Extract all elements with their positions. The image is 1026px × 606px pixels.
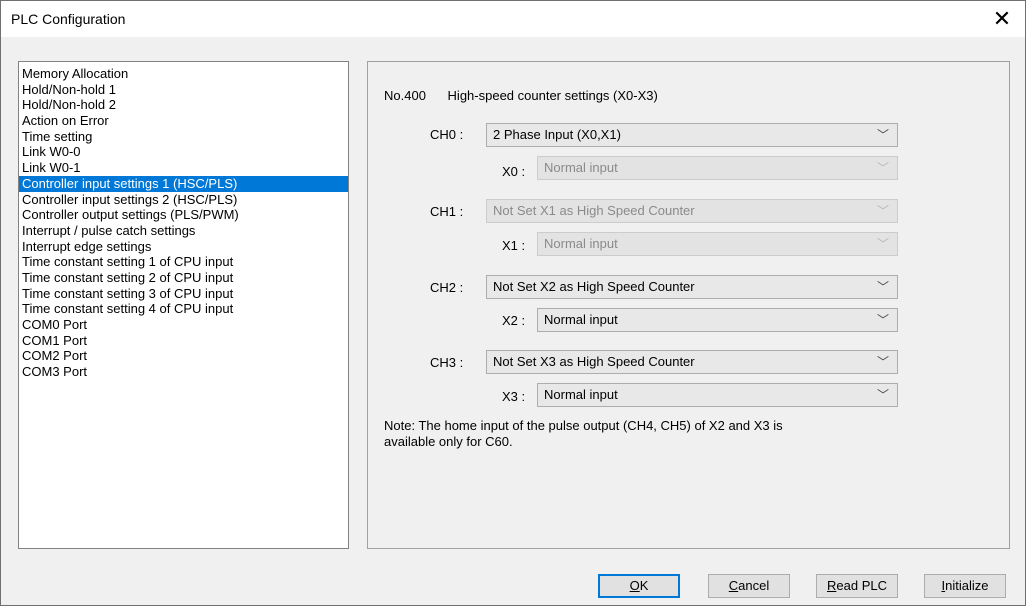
ch1-select-value: Not Set X1 as High Speed Counter: [493, 203, 695, 218]
list-item[interactable]: Link W0-1: [19, 160, 348, 176]
x2-label: X2 :: [502, 313, 526, 328]
initialize-label-rest: nitialize: [945, 578, 989, 593]
list-item[interactable]: COM2 Port: [19, 348, 348, 364]
list-item[interactable]: Hold/Non-hold 2: [19, 97, 348, 113]
list-item[interactable]: Time constant setting 2 of CPU input: [19, 270, 348, 286]
read-plc-mnemonic: R: [827, 578, 837, 593]
x1-select-value: Normal input: [544, 236, 618, 251]
x3-label: X3 :: [502, 389, 526, 404]
initialize-button[interactable]: Initialize: [924, 574, 1006, 598]
plc-configuration-dialog: PLC Configuration ✕ Memory Allocation Hol…: [0, 0, 1026, 606]
list-item[interactable]: Time constant setting 1 of CPU input: [19, 254, 348, 270]
chevron-down-icon: ﹀: [876, 128, 889, 142]
x2-select-value: Normal input: [544, 312, 618, 327]
ok-label-rest: K: [639, 578, 649, 593]
list-item[interactable]: Controller input settings 1 (HSC/PLS): [19, 175, 348, 192]
ch3-select[interactable]: Not Set X3 as High Speed Counter ﹀: [486, 350, 898, 374]
close-icon[interactable]: ✕: [979, 1, 1025, 37]
chevron-down-icon: ﹀: [876, 237, 889, 251]
ch0-select[interactable]: 2 Phase Input (X0,X1) ﹀: [486, 123, 898, 147]
list-item[interactable]: Hold/Non-hold 1: [19, 82, 348, 98]
x2-select[interactable]: Normal input ﹀: [537, 308, 898, 332]
x3-select[interactable]: Normal input ﹀: [537, 383, 898, 407]
list-item[interactable]: COM0 Port: [19, 317, 348, 333]
ch2-select-value: Not Set X2 as High Speed Counter: [493, 279, 695, 294]
x1-select: Normal input ﹀: [537, 232, 898, 256]
list-item[interactable]: Memory Allocation: [19, 66, 348, 82]
cancel-mnemonic: C: [728, 578, 739, 593]
chevron-down-icon: ﹀: [876, 355, 889, 369]
ch1-select: Not Set X1 as High Speed Counter ﹀: [486, 199, 898, 223]
note-line-1: Note: The home input of the pulse output…: [384, 418, 783, 433]
ch1-label: CH1 :: [430, 204, 464, 219]
ok-mnemonic: O: [629, 578, 640, 593]
x0-label: X0 :: [502, 164, 526, 179]
list-item[interactable]: Time constant setting 3 of CPU input: [19, 286, 348, 302]
panel-header: No.400 High-speed counter settings (X0-X…: [384, 88, 658, 103]
list-item[interactable]: Controller output settings (PLS/PWM): [19, 207, 348, 223]
list-item[interactable]: Link W0-0: [19, 144, 348, 160]
x0-select: Normal input ﹀: [537, 156, 898, 180]
chevron-down-icon: ﹀: [876, 388, 889, 402]
list-item[interactable]: Action on Error: [19, 113, 348, 129]
chevron-down-icon: ﹀: [876, 280, 889, 294]
list-item[interactable]: Interrupt edge settings: [19, 239, 348, 255]
ch0-label: CH0 :: [430, 127, 464, 142]
title-bar: PLC Configuration ✕: [1, 1, 1025, 37]
x1-label: X1 :: [502, 238, 526, 253]
setting-number: No.400: [384, 88, 426, 103]
x3-select-value: Normal input: [544, 387, 618, 402]
panel-heading: High-speed counter settings (X0-X3): [447, 88, 658, 103]
chevron-down-icon: ﹀: [876, 161, 889, 175]
read-plc-button[interactable]: Read PLC: [816, 574, 898, 598]
ch2-label: CH2 :: [430, 280, 464, 295]
ch2-select[interactable]: Not Set X2 as High Speed Counter ﹀: [486, 275, 898, 299]
chevron-down-icon: ﹀: [876, 204, 889, 218]
ch3-select-value: Not Set X3 as High Speed Counter: [493, 354, 695, 369]
note-text: Note: The home input of the pulse output…: [384, 418, 884, 450]
ok-button[interactable]: OK: [598, 574, 680, 598]
ch0-select-value: 2 Phase Input (X0,X1): [493, 127, 621, 142]
settings-panel: No.400 High-speed counter settings (X0-X…: [367, 61, 1010, 549]
x0-select-value: Normal input: [544, 160, 618, 175]
cancel-label-rest: ancel: [738, 578, 770, 593]
list-item[interactable]: Controller input settings 2 (HSC/PLS): [19, 192, 348, 208]
chevron-down-icon: ﹀: [876, 313, 889, 327]
settings-category-list[interactable]: Memory Allocation Hold/Non-hold 1 Hold/Non…: [18, 61, 349, 549]
list-item[interactable]: Time setting: [19, 129, 348, 145]
read-plc-label-rest: ead PLC: [836, 578, 887, 593]
list-item[interactable]: Interrupt / pulse catch settings: [19, 223, 348, 239]
list-item[interactable]: Time constant setting 4 of CPU input: [19, 301, 348, 317]
list-item[interactable]: COM3 Port: [19, 364, 348, 380]
cancel-button[interactable]: Cancel: [708, 574, 790, 598]
dialog-title: PLC Configuration: [11, 11, 126, 27]
list-item[interactable]: COM1 Port: [19, 333, 348, 349]
ch3-label: CH3 :: [430, 355, 464, 370]
note-line-2: available only for C60.: [384, 434, 513, 449]
